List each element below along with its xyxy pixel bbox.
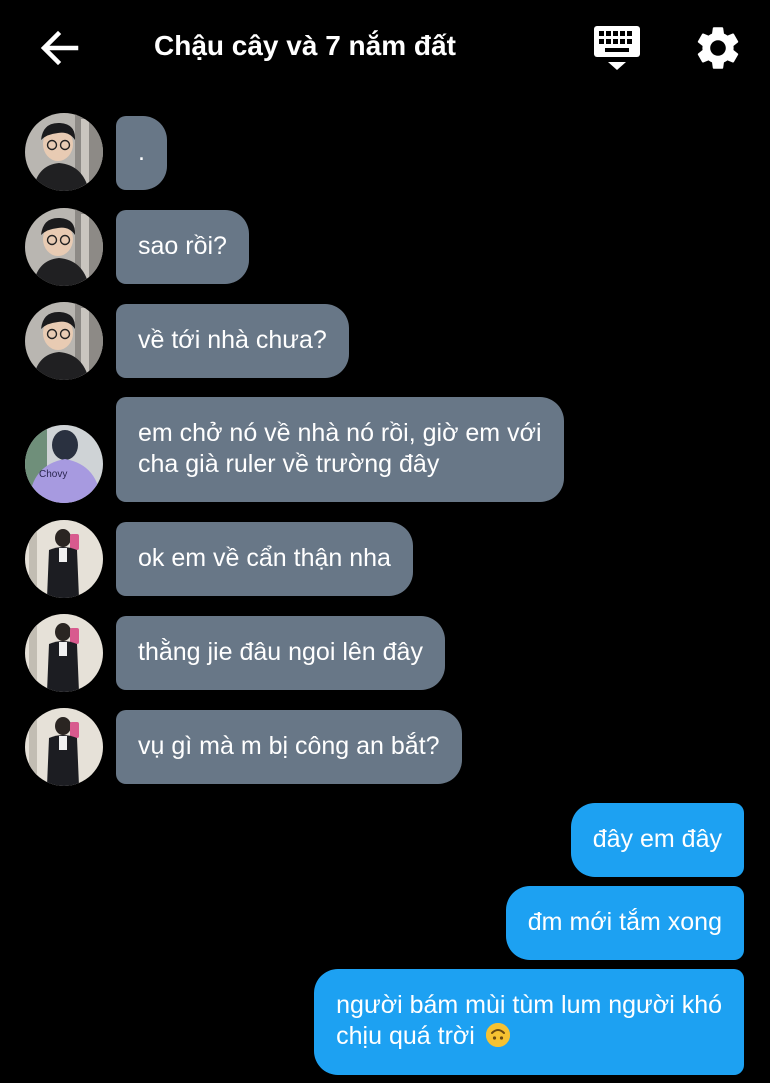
message-bubble-incoming[interactable]: ok em về cẩn thận nha — [116, 522, 413, 596]
message-text: ok em về cẩn thận nha — [138, 544, 391, 572]
avatar-portrait-image — [25, 113, 103, 191]
message-text: thằng jie đâu ngoi lên đây — [138, 638, 423, 666]
chat-header: Chậu cây và 7 nắm đất — [0, 0, 770, 92]
message-text-line: cha già ruler về trường đây — [138, 450, 440, 478]
chat-title: Chậu cây và 7 nắm đất — [154, 30, 456, 61]
message-text: vụ gì mà m bị công an bắt? — [138, 732, 440, 760]
message-bubble-outgoing[interactable]: đm mới tắm xong — [505, 886, 744, 960]
arrow-left-icon — [40, 30, 79, 66]
message-text: đây em đây — [592, 825, 722, 853]
message-text-line: người bám mùi tùm lum người khó — [336, 991, 722, 1019]
avatar[interactable] — [25, 113, 103, 191]
avatar-mirror-selfie-image — [25, 520, 103, 598]
keyboard-toggle-button[interactable] — [590, 24, 644, 74]
avatar-chovy-image: Chovy — [25, 425, 103, 503]
message-text-line-2: chịu quá trời — [336, 1022, 475, 1050]
message-bubble-incoming[interactable]: về tới nhà chưa? — [116, 304, 349, 378]
avatar[interactable] — [25, 208, 103, 286]
avatar[interactable] — [25, 302, 103, 380]
upside-down-face-emoji-icon — [485, 1023, 510, 1047]
message-bubble-incoming[interactable]: . — [116, 116, 167, 190]
message-bubble-incoming[interactable]: sao rồi? — [116, 210, 249, 284]
message-text: về tới nhà chưa? — [138, 326, 327, 354]
avatar[interactable]: Chovy — [25, 425, 103, 503]
keyboard-icon — [594, 26, 640, 70]
avatar-portrait-image — [25, 302, 103, 380]
message-text: . — [138, 138, 145, 166]
message-text: sao rồi? — [138, 232, 227, 260]
message-text-line: em chở nó về nhà nó rồi, giờ em với — [138, 419, 542, 447]
message-bubble-incoming[interactable]: vụ gì mà m bị công an bắt? — [116, 710, 462, 784]
avatar[interactable] — [25, 708, 103, 786]
message-bubble-incoming[interactable]: em chở nó về nhà nó rồi, giờ em với cha … — [116, 397, 564, 502]
avatar-jacket-text: Chovy — [39, 469, 67, 480]
gear-icon — [697, 27, 739, 69]
avatar-mirror-selfie-image — [25, 708, 103, 786]
back-button[interactable] — [36, 24, 84, 72]
message-bubble-outgoing[interactable]: đây em đây — [570, 803, 744, 877]
avatar[interactable] — [25, 520, 103, 598]
settings-button[interactable] — [692, 22, 744, 74]
message-text: đm mới tắm xong — [527, 908, 722, 936]
message-text-line: chịu quá trời — [336, 1021, 722, 1052]
avatar-mirror-selfie-image — [25, 614, 103, 692]
avatar[interactable] — [25, 614, 103, 692]
avatar-portrait-image — [25, 208, 103, 286]
message-bubble-incoming[interactable]: thằng jie đâu ngoi lên đây — [116, 616, 445, 690]
message-bubble-outgoing[interactable]: người bám mùi tùm lum người khó chịu quá… — [314, 969, 744, 1075]
